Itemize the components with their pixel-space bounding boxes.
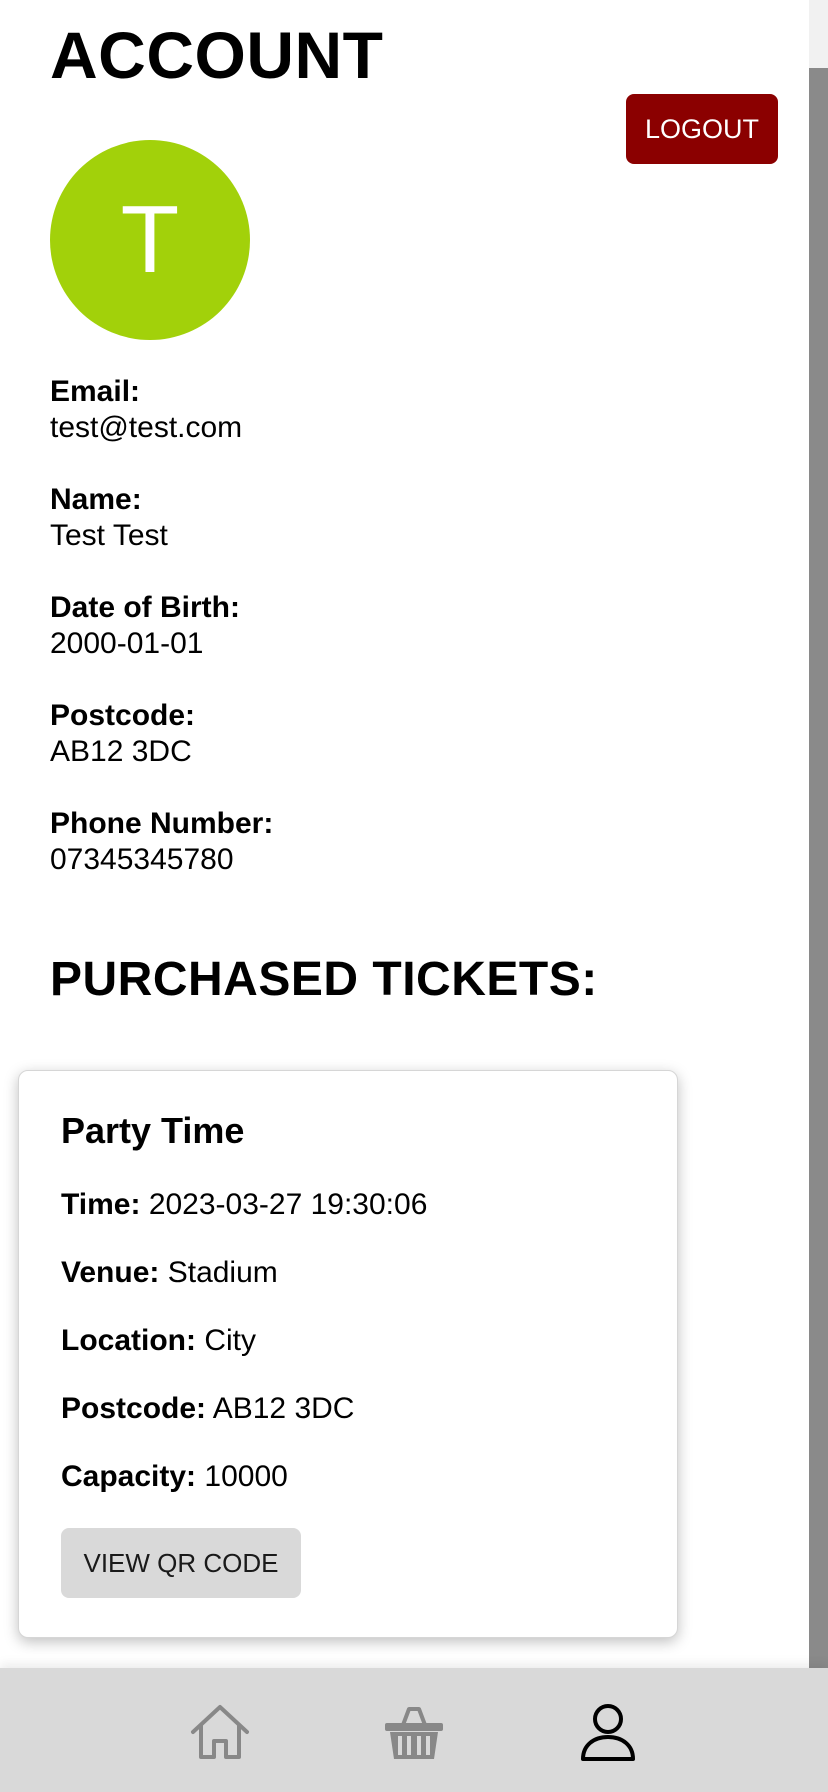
page-title: ACCOUNT (50, 18, 384, 92)
ticket-time-label: Time: (61, 1188, 141, 1221)
logout-button[interactable]: LOGOUT (626, 94, 778, 164)
ticket-venue-value: Stadium (167, 1256, 278, 1289)
dob-label: Date of Birth: (50, 591, 240, 624)
ticket-time-value: 2023-03-27 19:30:06 (148, 1188, 428, 1221)
ticket-capacity-value: 10000 (204, 1460, 288, 1493)
postcode-info: Postcode: AB12 3DC (50, 698, 195, 770)
home-icon (191, 1705, 249, 1759)
dob-value: 2000-01-01 (50, 627, 204, 660)
nav-basket[interactable] (382, 1700, 446, 1764)
postcode-value: AB12 3DC (50, 735, 192, 768)
bottom-nav (0, 1668, 828, 1792)
ticket-title: Party Time (61, 1110, 245, 1151)
ticket-venue-label: Venue: (61, 1256, 160, 1289)
view-qr-code-button[interactable]: VIEW QR CODE (61, 1528, 301, 1598)
nav-home[interactable] (188, 1700, 252, 1764)
phone-info: Phone Number: 07345345780 (50, 806, 273, 878)
dob-info: Date of Birth: 2000-01-01 (50, 590, 240, 662)
user-icon (581, 1704, 635, 1761)
ticket-location-value: City (204, 1324, 257, 1357)
ticket-location: Location: City (61, 1323, 256, 1359)
phone-label: Phone Number: (50, 807, 274, 840)
ticket-location-label: Location: (61, 1324, 196, 1357)
ticket-postcode-label: Postcode: (61, 1392, 207, 1425)
purchased-tickets-title: PURCHASED TICKETS: (50, 953, 598, 1006)
ticket-time: Time: 2023-03-27 19:30:06 (61, 1187, 427, 1223)
ticket-postcode-value: AB12 3DC (212, 1392, 355, 1425)
avatar: T (50, 140, 250, 340)
scrollbar-thumb[interactable] (809, 68, 828, 1668)
avatar-initial: T (120, 186, 180, 293)
nav-account[interactable] (576, 1700, 640, 1764)
phone-value: 07345345780 (50, 843, 234, 876)
ticket-postcode: Postcode: AB12 3DC (61, 1391, 354, 1427)
name-value: Test Test (50, 519, 168, 552)
name-label: Name: (50, 483, 142, 516)
name-info: Name: Test Test (50, 482, 168, 554)
email-info: Email: test@test.com (50, 374, 242, 446)
ticket-card: Party Time Time: 2023-03-27 19:30:06 Ven… (18, 1070, 678, 1638)
basket-icon (385, 1707, 443, 1759)
scrollbar-track[interactable] (809, 0, 828, 1668)
ticket-capacity-label: Capacity: (61, 1460, 197, 1493)
postcode-label: Postcode: (50, 699, 196, 732)
email-label: Email: (50, 375, 141, 408)
ticket-venue: Venue: Stadium (61, 1255, 278, 1291)
ticket-capacity: Capacity: 10000 (61, 1459, 288, 1495)
email-value: test@test.com (50, 411, 243, 444)
